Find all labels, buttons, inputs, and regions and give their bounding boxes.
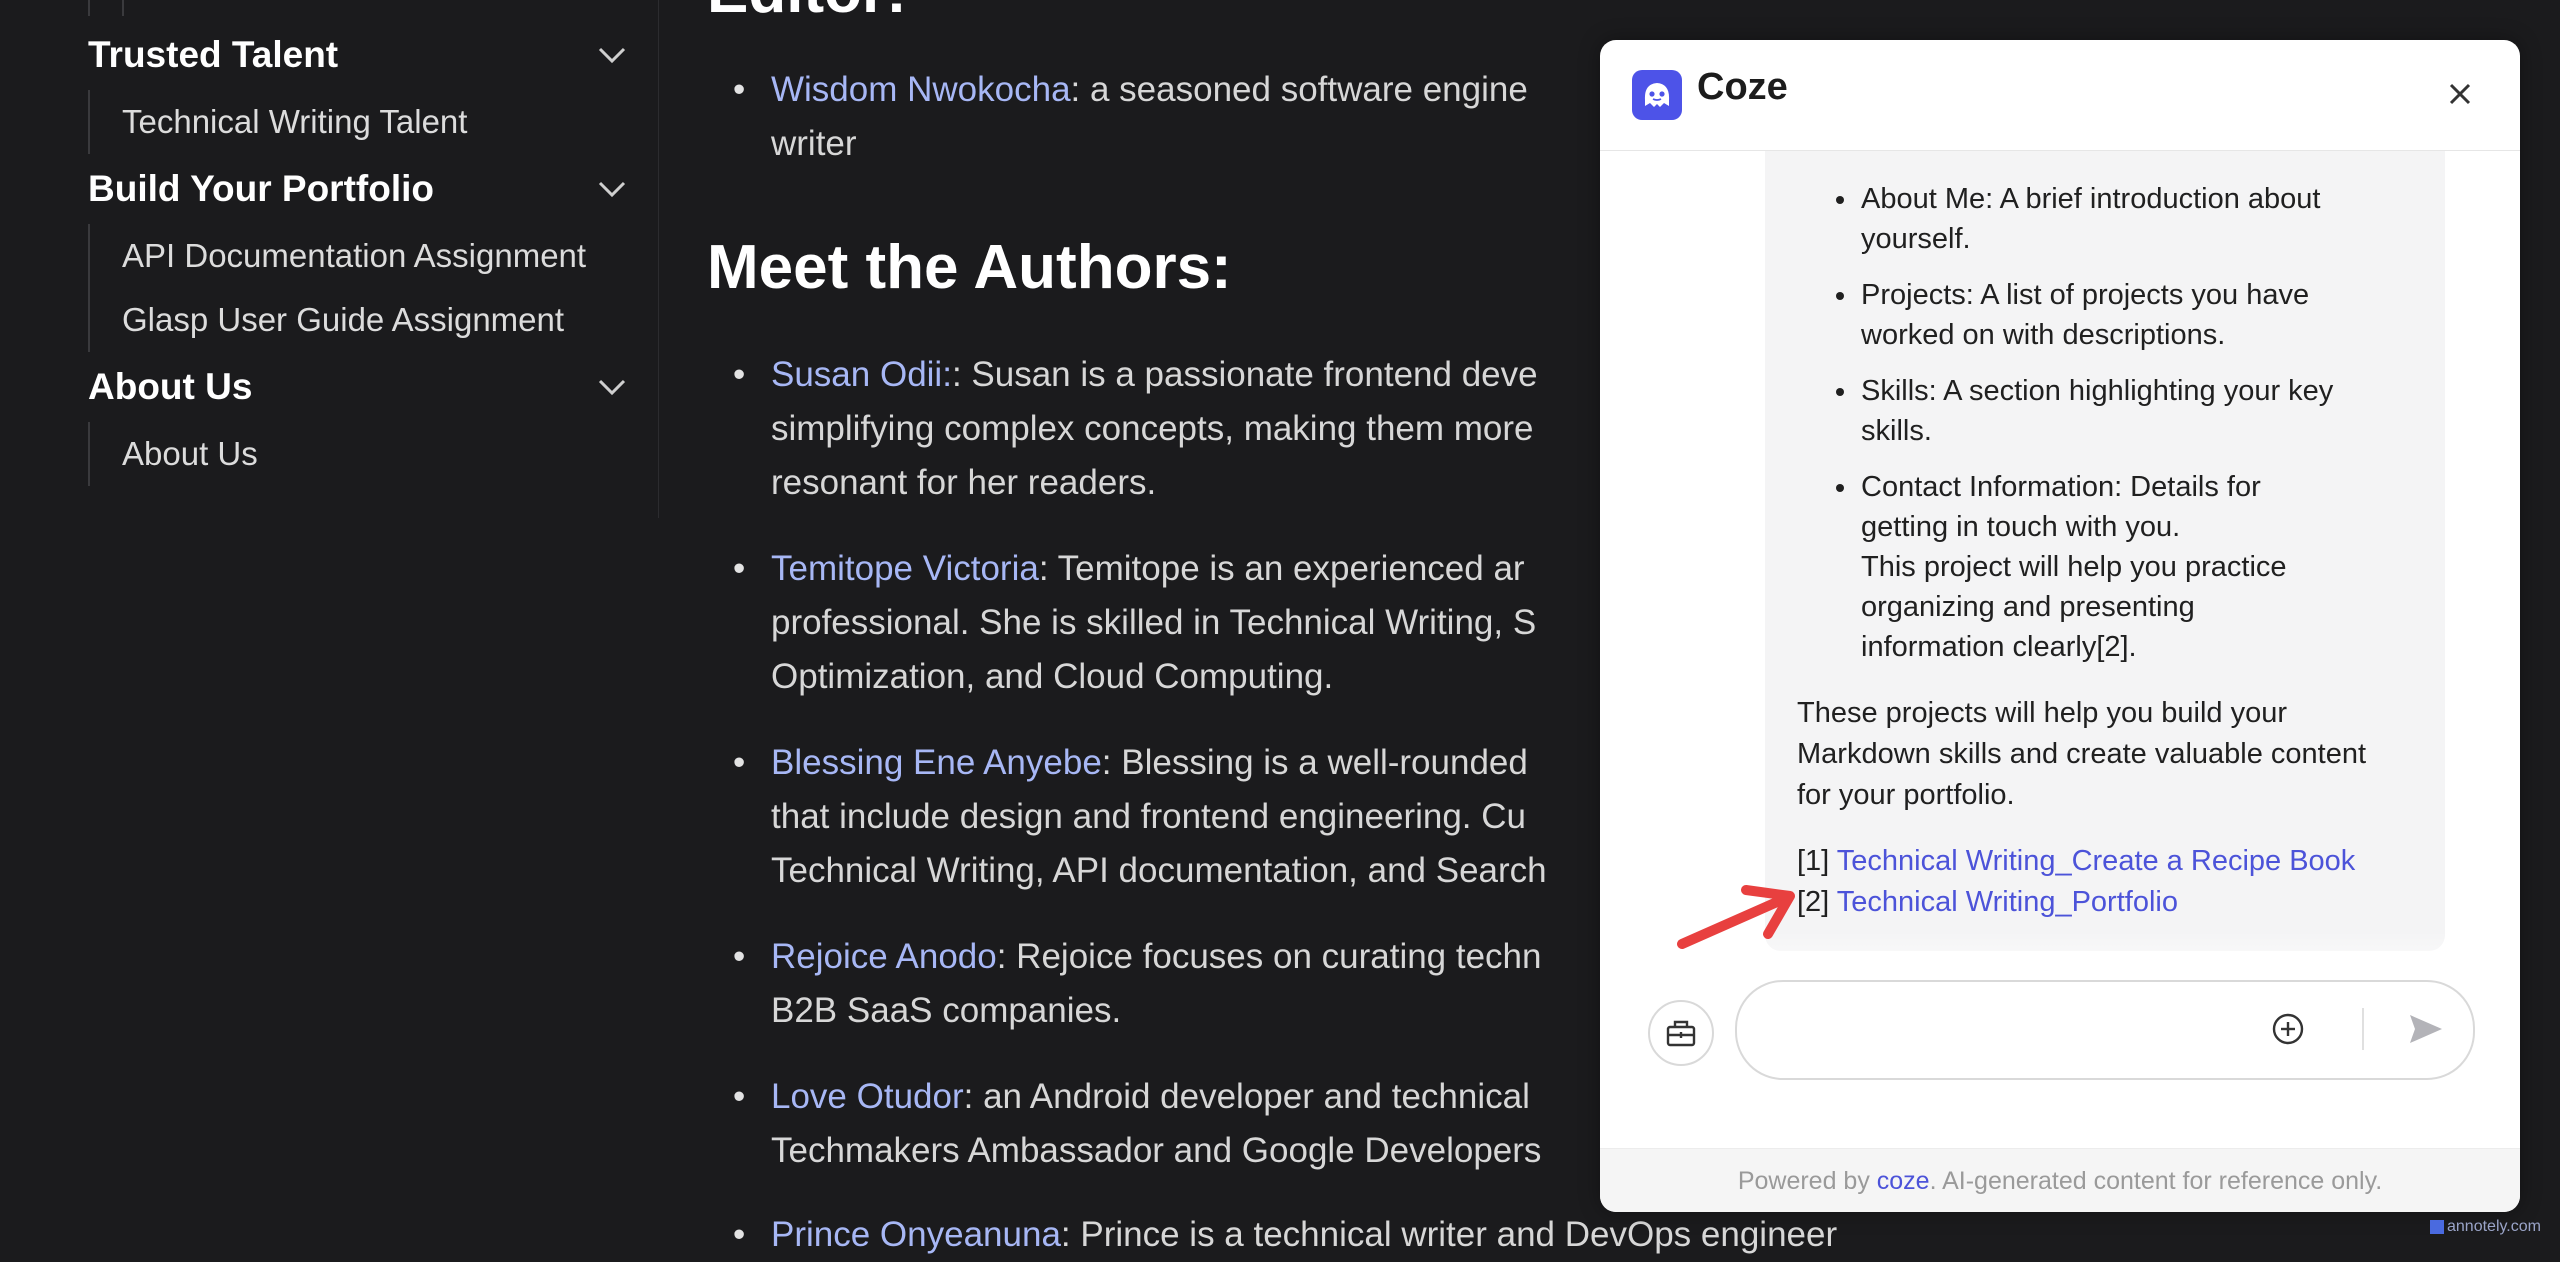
author-name-link[interactable]: Prince Onyeanuna	[771, 1215, 1061, 1254]
entry-text: professional. She is skilled in Technica…	[771, 603, 1537, 642]
entry-text: Technical Writing, API documentation, an…	[771, 851, 1547, 890]
message-list[interactable]: About Me: A brief introduction about you…	[1600, 151, 2520, 991]
entry-text: B2B SaaS companies.	[771, 991, 1122, 1030]
watermark-text: annotely.com	[2447, 1218, 2541, 1235]
authors-heading: Meet the Authors:	[707, 233, 1232, 302]
entry-text: : Temitope is an experienced ar	[1038, 549, 1525, 588]
add-attachment-icon[interactable]	[2267, 1008, 2309, 1050]
watermark: annotely.com	[2430, 1218, 2541, 1236]
input-divider	[2362, 1008, 2364, 1050]
chat-panel: Coze About Me: A brief introduction abou…	[1600, 40, 2520, 1212]
sidebar-guide-line	[88, 0, 90, 16]
message-line: organizing and presenting	[1861, 591, 2195, 623]
toolbox-icon	[1666, 1020, 1696, 1047]
message-input[interactable]	[1771, 1002, 2275, 1060]
bullet	[1836, 388, 1844, 396]
sidebar-guide-line	[122, 0, 124, 16]
entry-text: : Rejoice focuses on curating techn	[996, 937, 1542, 976]
author-name-link[interactable]: Susan Odii:	[771, 355, 952, 394]
message-line: skills.	[1861, 415, 1932, 447]
author-name-link[interactable]: Blessing Ene Anyebe	[771, 743, 1102, 782]
bullet	[1836, 196, 1844, 204]
send-icon[interactable]	[2402, 1006, 2448, 1052]
reference-item: [2] Technical Writing_Portfolio	[1797, 882, 2178, 922]
message-line: Projects: A list of projects you have	[1861, 279, 2310, 311]
toolbox-button[interactable]	[1648, 1000, 1714, 1066]
reference-link-recipe-book[interactable]: Technical Writing_Create a Recipe Book	[1837, 845, 2356, 877]
sidebar-sublist: API Documentation Assignment Glasp User …	[88, 224, 586, 352]
entry-text: : Prince is a technical writer and DevOp…	[1060, 1215, 1838, 1254]
entry-text: : a seasoned software engine	[1070, 70, 1528, 109]
entry-text: writer	[771, 124, 857, 163]
bullet: •	[733, 1077, 746, 1116]
coze-link[interactable]: coze	[1877, 1167, 1930, 1195]
bullet: •	[733, 743, 746, 782]
chat-title: Coze	[1697, 66, 1788, 108]
message-line: Contact Information: Details for	[1861, 471, 2261, 503]
entry-text: that include design and frontend enginee…	[771, 797, 1526, 836]
bot-message: About Me: A brief introduction about you…	[1765, 151, 2445, 951]
message-line: information clearly[2].	[1861, 631, 2137, 663]
close-icon[interactable]	[2438, 72, 2482, 116]
chevron-down-icon[interactable]	[596, 173, 628, 205]
bullet: •	[733, 1215, 746, 1254]
author-name-link[interactable]: Temitope Victoria	[771, 549, 1039, 588]
entry-text: simplifying complex concepts, making the…	[771, 409, 1534, 448]
sidebar-sublist: Technical Writing Talent	[88, 90, 467, 154]
entry-text: resonant for her readers.	[771, 463, 1157, 502]
chevron-down-icon[interactable]	[596, 371, 628, 403]
bullet: •	[733, 70, 746, 109]
reference-number: [1]	[1797, 845, 1830, 877]
sidebar-category-about-us[interactable]: About Us	[88, 359, 628, 415]
bullet: •	[733, 937, 746, 976]
message-line: These projects will help you build your	[1797, 697, 2288, 729]
author-entry: • Prince Onyeanuna: Prince is a technica…	[733, 1208, 1951, 1262]
sidebar-category-label: Build Your Portfolio	[88, 168, 434, 209]
reference-link-portfolio[interactable]: Technical Writing_Portfolio	[1837, 886, 2178, 918]
entry-text: Optimization, and Cloud Computing.	[771, 657, 1334, 696]
reference-item: [1] Technical Writing_Create a Recipe Bo…	[1797, 841, 2355, 881]
author-name-link[interactable]: Rejoice Anodo	[771, 937, 997, 976]
entry-text: : Susan is a passionate frontend deve	[951, 355, 1538, 394]
chevron-down-icon[interactable]	[596, 39, 628, 71]
footer-prefix: Powered by	[1737, 1167, 1877, 1195]
message-line: Skills: A section highlighting your key	[1861, 375, 2334, 407]
bullet: •	[733, 355, 746, 394]
entry-text: : Blessing is a well-rounded	[1101, 743, 1528, 782]
sidebar-item-about-us[interactable]: About Us	[90, 422, 258, 486]
sidebar-category-build-your-portfolio[interactable]: Build Your Portfolio	[88, 161, 628, 217]
watermark-logo-icon	[2430, 1219, 2444, 1234]
message-line: for your portfolio.	[1797, 779, 2015, 811]
message-line: About Me: A brief introduction about	[1861, 183, 2321, 215]
entry-text: Techmakers Ambassador and Google Develop…	[771, 1131, 1542, 1170]
bullet	[1836, 484, 1844, 492]
message-input-wrap	[1735, 980, 2475, 1080]
sidebar-category-label: About Us	[88, 366, 253, 407]
editor-heading: Editor:	[707, 0, 907, 27]
message-line: This project will help you practice	[1861, 551, 2287, 583]
sidebar-item-glasp-user-guide-assignment[interactable]: Glasp User Guide Assignment	[90, 288, 586, 352]
author-name-link[interactable]: Love Otudor	[771, 1077, 964, 1116]
sidebar-item-api-documentation-assignment[interactable]: API Documentation Assignment	[90, 224, 586, 288]
sidebar-category-label: Trusted Talent	[88, 34, 339, 75]
sidebar-sublist: About Us	[88, 422, 258, 486]
message-line: getting in touch with you.	[1861, 511, 2181, 543]
message-line: worked on with descriptions.	[1861, 319, 2226, 351]
sidebar: Trusted Talent Technical Writing Talent …	[0, 0, 659, 518]
message-line: yourself.	[1861, 223, 1971, 255]
chat-footer: Powered by coze. AI-generated content fo…	[1600, 1148, 2520, 1212]
editor-name-link[interactable]: Wisdom Nwokocha	[771, 70, 1071, 109]
sidebar-category-trusted-talent[interactable]: Trusted Talent	[88, 27, 628, 83]
footer-suffix: . AI-generated content for reference onl…	[1929, 1167, 2383, 1195]
entry-text: : an Android developer and technical	[963, 1077, 1530, 1116]
bullet: •	[733, 549, 746, 588]
message-line: Markdown skills and create valuable cont…	[1797, 738, 2367, 770]
chat-header: Coze	[1600, 40, 2520, 151]
annotation-arrow-icon	[1677, 885, 1795, 949]
bullet	[1836, 292, 1844, 300]
coze-logo-icon	[1632, 70, 1682, 120]
sidebar-item-technical-writing-talent[interactable]: Technical Writing Talent	[90, 90, 467, 154]
